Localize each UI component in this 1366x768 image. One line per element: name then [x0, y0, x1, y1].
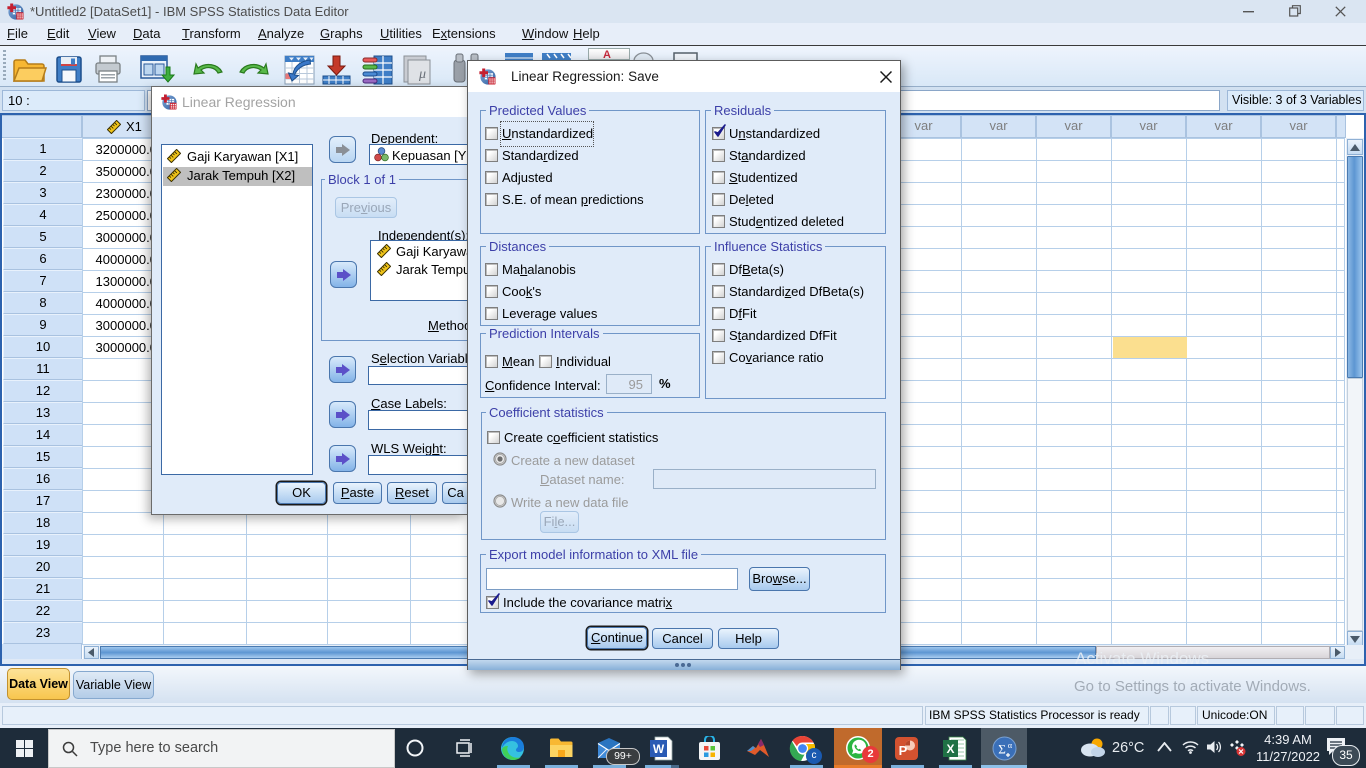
svg-text:P: P: [899, 743, 908, 758]
svg-text:μ: μ: [418, 67, 426, 82]
svg-text:W: W: [653, 742, 665, 756]
svg-text:X: X: [946, 742, 954, 756]
svg-text:Σ: Σ: [998, 742, 1006, 757]
